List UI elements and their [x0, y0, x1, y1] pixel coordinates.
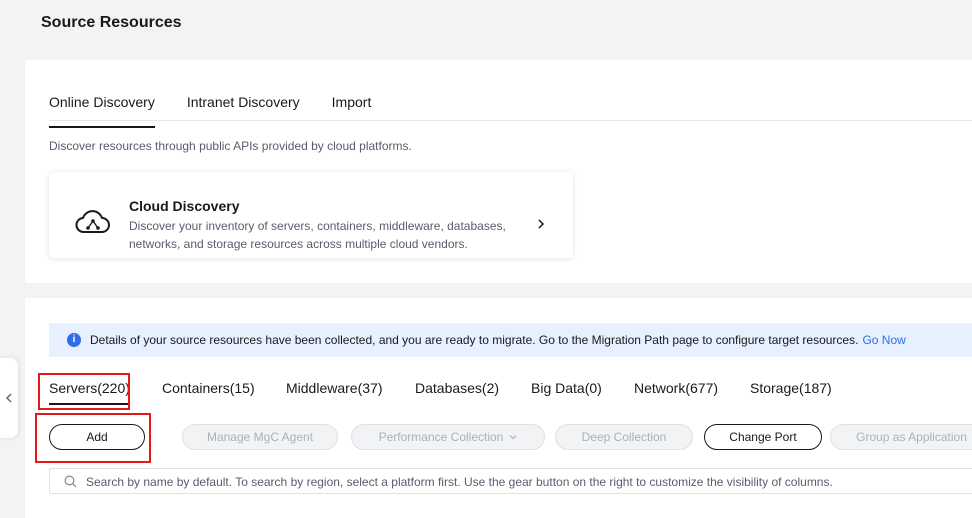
chevron-down-icon [509, 435, 517, 440]
resources-card: i Details of your source resources have … [25, 298, 972, 518]
info-banner-text: Details of your source resources have be… [90, 333, 906, 347]
discovery-description: Discover resources through public APIs p… [49, 139, 412, 153]
search-icon [64, 475, 77, 488]
discovery-tabs: Online Discovery Intranet Discovery Impo… [49, 94, 403, 128]
go-now-link[interactable]: Go Now [862, 333, 905, 347]
tab-online-discovery[interactable]: Online Discovery [49, 94, 155, 128]
performance-collection-label: Performance Collection [378, 430, 504, 444]
tab-databases[interactable]: Databases(2) [415, 380, 499, 396]
change-port-button[interactable]: Change Port [704, 424, 822, 450]
manage-mgc-agent-button[interactable]: Manage MgC Agent [182, 424, 338, 450]
tab-containers[interactable]: Containers(15) [162, 380, 255, 396]
group-as-application-button[interactable]: Group as Application [830, 424, 972, 450]
info-banner: i Details of your source resources have … [49, 323, 972, 357]
cloud-discovery-title: Cloud Discovery [129, 198, 240, 214]
cloud-network-icon [75, 210, 110, 233]
page-title: Source Resources [41, 14, 182, 31]
tabs-divider [49, 120, 972, 121]
tab-import[interactable]: Import [332, 94, 372, 120]
tab-intranet-discovery[interactable]: Intranet Discovery [187, 94, 300, 120]
tab-network[interactable]: Network(677) [634, 380, 718, 396]
discovery-card: Online Discovery Intranet Discovery Impo… [25, 60, 972, 283]
sidebar-collapse-handle[interactable] [0, 358, 18, 438]
servers-tab-highlight [38, 373, 130, 410]
tab-big-data[interactable]: Big Data(0) [531, 380, 602, 396]
search-input[interactable] [84, 471, 968, 493]
cloud-discovery-description: Discover your inventory of servers, cont… [129, 219, 506, 251]
cloud-discovery-card[interactable]: Cloud Discovery Discover your inventory … [49, 172, 573, 258]
tab-storage[interactable]: Storage(187) [750, 380, 832, 396]
add-button-highlight [35, 413, 151, 463]
performance-collection-button[interactable]: Performance Collection [351, 424, 545, 450]
deep-collection-button[interactable]: Deep Collection [555, 424, 693, 450]
chevron-left-icon [6, 393, 12, 403]
search-bar [49, 468, 972, 494]
tab-middleware[interactable]: Middleware(37) [286, 380, 382, 396]
chevron-right-icon[interactable] [536, 217, 546, 231]
info-icon: i [67, 333, 81, 347]
info-banner-message: Details of your source resources have be… [90, 333, 859, 347]
